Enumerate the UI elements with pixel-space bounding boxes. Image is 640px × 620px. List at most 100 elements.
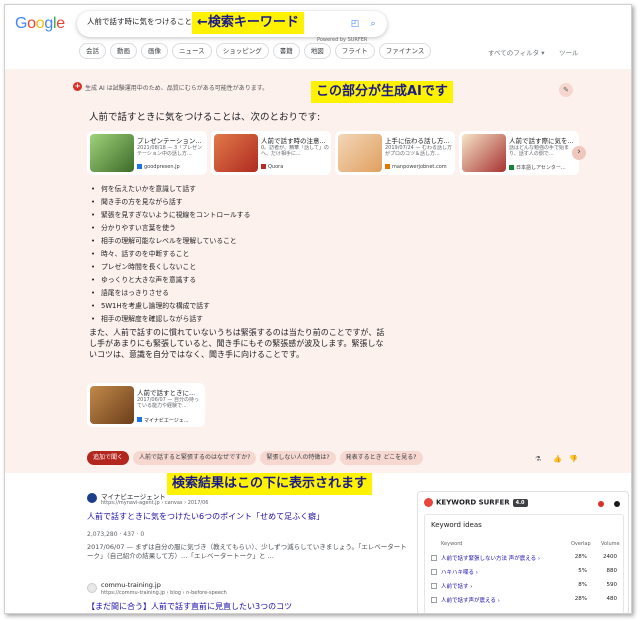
chip-conversation[interactable]: 会話 bbox=[79, 43, 106, 59]
keyword-link[interactable]: 人前で話す声が震える › bbox=[441, 596, 500, 604]
ai-summary: また、人前で話すのに慣れていないうちは緊張するのは当たり前のことですが、話し手が… bbox=[89, 328, 385, 359]
keyword-row: 人前で話す緊張しない方法 声が震える › 28% 2400 bbox=[431, 553, 619, 565]
search-icon[interactable]: ⌕ bbox=[367, 18, 379, 30]
ai-bullet-list: 何を伝えたいかを意識して話す 聞き手の方を見ながら話す 緊張を見すぎないように視… bbox=[91, 183, 250, 326]
all-filters-button[interactable]: すべてのフィルタ ▾ bbox=[488, 47, 544, 57]
keyword-overlap: 8% bbox=[578, 582, 587, 588]
keyword-checkbox[interactable] bbox=[431, 597, 437, 603]
browser-frame: Google ◰ ⌕ ←検索キーワード Powered by SURFER 会話… bbox=[4, 4, 632, 614]
column-header-volume[interactable]: Volume bbox=[601, 541, 620, 547]
flask-icon[interactable]: ⚗ bbox=[535, 455, 541, 463]
favicon-icon bbox=[509, 165, 514, 170]
favicon-icon bbox=[261, 164, 266, 169]
search-chips: 会話 動画 画像 ニュース ショッピング 書籍 地図 フライト ファイナンス bbox=[79, 43, 432, 59]
record-icon[interactable] bbox=[598, 501, 604, 507]
keyword-link[interactable]: 人前で話す › bbox=[441, 582, 472, 590]
keyword-row: 人前で話す › 8% 590 bbox=[431, 581, 619, 593]
thumbs-down-icon[interactable]: 👎 bbox=[569, 455, 578, 463]
ask-more-button[interactable]: 追加で聞く bbox=[87, 451, 130, 465]
keyword-overlap: 28% bbox=[574, 554, 587, 560]
google-logo[interactable]: Google bbox=[15, 15, 65, 33]
chip-images[interactable]: 画像 bbox=[141, 43, 168, 59]
keyword-overlap: 28% bbox=[574, 596, 587, 602]
keyword-row: ハキハキ喋る › 5% 880 bbox=[431, 567, 619, 579]
column-header-keyword: Keyword bbox=[441, 541, 463, 547]
favicon-icon bbox=[87, 583, 97, 593]
card-snippet: 2021/08/18 — 3「プレゼンテーション中の話し方... bbox=[137, 145, 203, 157]
list-item: 時々、話すのを中断すること bbox=[91, 248, 250, 261]
keyword-ideas-box: Keyword ideas Keyword Overlap Volume 人前で… bbox=[424, 514, 624, 613]
chip-news[interactable]: ニュース bbox=[172, 43, 212, 59]
chip-flights[interactable]: フライト bbox=[334, 43, 375, 59]
card-source: goodpresen.jp bbox=[137, 164, 205, 170]
list-item: 聞き手の方を見ながら話す bbox=[91, 196, 250, 209]
keyword-volume: 590 bbox=[606, 582, 618, 588]
keyword-checkbox[interactable] bbox=[431, 555, 437, 561]
keyword-checkbox[interactable] bbox=[431, 583, 437, 589]
result-url[interactable]: https://mynavi-agent.jp › canvas › 2017/… bbox=[101, 500, 208, 506]
card-thumbnail bbox=[90, 134, 134, 172]
chip-books[interactable]: 書籍 bbox=[272, 43, 300, 59]
source-card[interactable]: プレゼンテーション... 2021/08/18 — 3「プレゼンテーション中の話… bbox=[87, 131, 207, 175]
card-title: プレゼンテーション... bbox=[137, 137, 202, 145]
result-url[interactable]: https://commu-training.jp › blog › n-bef… bbox=[101, 590, 227, 596]
card-source: Quora bbox=[261, 164, 329, 170]
keyword-surfer-panel: KEYWORD SURFER 4.0 Keyword ideas Keyword … bbox=[417, 491, 629, 613]
column-header-overlap[interactable]: Overlap bbox=[571, 541, 591, 547]
list-item: 語尾をはっきりさせる bbox=[91, 287, 250, 300]
list-item: ゆっくりと大きな声を意識する bbox=[91, 274, 250, 287]
card-title: 上手に伝わる話し方... bbox=[385, 137, 450, 145]
chip-shopping[interactable]: ショッピング bbox=[215, 43, 269, 59]
ai-heading: 人前で話すときに気をつけることは、次のとおりです: bbox=[89, 112, 321, 123]
keyword-checkbox[interactable] bbox=[431, 569, 437, 575]
list-item: 相手の理解可能なレベルを理解していること bbox=[91, 235, 250, 248]
ai-overview-panel: + 生成 AI は試験運用中のため、品質にむらがある可能性があります。 この部分… bbox=[5, 69, 631, 473]
source-card[interactable]: 人前で話す時の注意... 0。訪者が、精華「話して」のへ、だけ相手に... Qu… bbox=[211, 131, 331, 175]
result-metrics: 2,073,280 · 437 · 0 bbox=[87, 531, 145, 538]
card-snippet: 話はどんな勉強の手で始まり、話す人の側で... bbox=[509, 145, 570, 157]
source-card[interactable]: 人前で話す際に気を... 話はどんな勉強の手で始まり、話す人の側で... 日本語… bbox=[459, 131, 579, 175]
result-title[interactable]: 人前で話すときに気をつけたい6つのポイント「せめて足ふく癖」 bbox=[87, 511, 324, 522]
list-item: 何を伝えたいかを意識して話す bbox=[91, 183, 250, 196]
annotation-ai-section: この部分が生成AIです bbox=[311, 81, 453, 103]
card-thumbnail bbox=[90, 386, 134, 424]
keyword-row: 人前で話す声が震える › 28% 480 bbox=[431, 595, 619, 607]
tools-button[interactable]: ツール bbox=[559, 47, 579, 57]
source-card[interactable]: 上手に伝わる話し方... 2019/07/24 — むわる話し方がプロのコツ＆話… bbox=[335, 131, 455, 175]
card-title: 人前で話す際に気を... bbox=[509, 137, 574, 145]
card-snippet: 0。訪者が、精華「話して」のへ、だけ相手に... bbox=[261, 145, 329, 157]
follow-up-chip[interactable]: 発表するとき どこを見る? bbox=[339, 451, 423, 465]
favicon-icon bbox=[87, 493, 97, 503]
result-title[interactable]: 【まだ間に合う】人前で話す直前に見直したい3つのコツ bbox=[87, 601, 292, 612]
card-title: 人前で話すときに... bbox=[137, 389, 196, 397]
chip-maps[interactable]: 地図 bbox=[303, 43, 331, 59]
image-search-icon[interactable]: ◰ bbox=[349, 18, 361, 30]
result-site-name[interactable]: commu-training.jp bbox=[101, 581, 161, 589]
card-source: manpowerjobnet.com bbox=[385, 164, 453, 170]
annotation-results-below: 検索結果はこの下に表示されます bbox=[167, 473, 373, 495]
card-title: 人前で話す時の注意... bbox=[261, 137, 326, 145]
thumbs-up-icon[interactable]: 👍 bbox=[553, 455, 562, 463]
card-thumbnail bbox=[338, 134, 382, 172]
card-source: マイナビエージェ... bbox=[137, 417, 189, 424]
pin-icon[interactable]: ✎ bbox=[559, 83, 573, 97]
keyword-link[interactable]: 人前で話す緊張しない方法 声が震える › bbox=[441, 554, 540, 562]
keyword-volume: 480 bbox=[606, 596, 618, 602]
ai-source-cards: プレゼンテーション... 2021/08/18 — 3「プレゼンテーション中の話… bbox=[87, 131, 579, 175]
keyword-link[interactable]: ハキハキ喋る › bbox=[441, 568, 478, 576]
chip-videos[interactable]: 動画 bbox=[110, 43, 137, 59]
search-input[interactable] bbox=[87, 17, 199, 26]
annotation-search-keyword: ←検索キーワード bbox=[192, 12, 304, 34]
reference-card[interactable]: 人前で話すときに... 2017/06/07 — 自分の持っている能力や経験で.… bbox=[87, 383, 205, 427]
card-thumbnail bbox=[462, 134, 506, 172]
menu-icon[interactable] bbox=[614, 501, 620, 507]
ai-warning-text: 生成 AI は試験運用中のため、品質にむらがある可能性があります。 bbox=[85, 85, 269, 92]
card-snippet: 2019/07/24 — むわる話し方がプロのコツ＆話し方... bbox=[385, 145, 452, 157]
follow-up-chip[interactable]: 人前で話すると緊張するのはなぜですか? bbox=[133, 451, 257, 465]
follow-up-chip[interactable]: 緊張しない人の特徴は? bbox=[260, 451, 336, 465]
list-item: 5W1Hを考慮し論理的な構成で話す bbox=[91, 300, 250, 313]
chip-finance[interactable]: ファイナンス bbox=[378, 43, 432, 59]
list-item: 相手の理解度を確認しながら話す bbox=[91, 313, 250, 326]
favicon-icon bbox=[385, 164, 390, 169]
chevron-right-icon[interactable]: › bbox=[572, 146, 586, 160]
